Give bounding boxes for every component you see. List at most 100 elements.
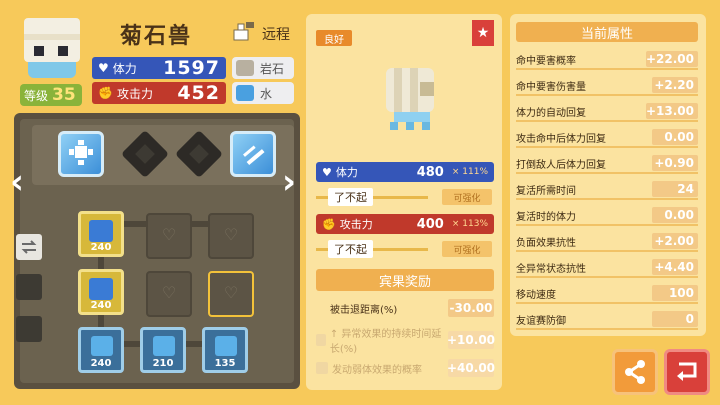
attributes-title: 当前属性: [516, 22, 698, 42]
favorite-icon[interactable]: ★: [472, 20, 494, 46]
bonus-value: -30.00: [448, 299, 494, 317]
upgrade-attack-button[interactable]: 可强化: [442, 241, 492, 257]
level-badge: 等级 35: [20, 84, 82, 106]
hp-label: 体力: [112, 61, 137, 76]
attribute-row: 移动速度 100: [516, 284, 698, 304]
attribute-label: 打倒敌人后体力回复: [516, 159, 606, 171]
attribute-value: +22.00: [645, 51, 698, 67]
bingo-bonus-title: 宾果奖励: [316, 269, 494, 291]
attribute-label: 命中要害伤害量: [516, 81, 586, 93]
power-stone-board: 240 ♡ ♡ 240 ♡ ♡ 240 210 135: [14, 113, 300, 389]
stone-attack-label: 攻击力: [339, 218, 373, 231]
bonus-value: +40.00: [447, 359, 496, 377]
inactive-icon: [316, 334, 326, 346]
stone-attack-value: 400: [416, 216, 444, 232]
attack-label: 攻击力: [116, 86, 153, 101]
type-badge-water: 水: [232, 82, 294, 104]
attribute-row: 攻击命中后体力回复 0.00: [516, 128, 698, 148]
attribute-label: 复活时的体力: [516, 211, 576, 223]
attribute-row: 命中要害概率 +22.00: [516, 50, 698, 70]
share-icon: [625, 360, 645, 384]
heart-icon: [153, 336, 175, 356]
bonus-value: +10.00: [447, 331, 496, 349]
chevron-left-icon[interactable]: ‹: [10, 162, 24, 202]
back-button[interactable]: [664, 349, 710, 395]
share-button[interactable]: [612, 349, 658, 395]
bonus-label: 发动弱体效果的概率: [332, 364, 422, 376]
stone-node[interactable]: 240: [78, 269, 124, 315]
attribute-value: +4.40: [652, 259, 698, 275]
hp-grade-row: 了不起 可强化: [316, 188, 494, 206]
move-slot-2[interactable]: [230, 131, 276, 177]
attribute-value: 24: [652, 181, 698, 197]
attack-grade-label: 了不起: [328, 240, 373, 258]
heart-icon: [215, 336, 237, 356]
hp-value: 1597: [163, 57, 220, 79]
stone-node[interactable]: 135: [202, 327, 248, 373]
attack-grade-row: 了不起 可强化: [316, 240, 494, 258]
heart-icon: ♡: [223, 283, 239, 302]
attribute-label: 负面效果抗性: [516, 237, 576, 249]
attribute-label: 攻击命中后体力回复: [516, 133, 606, 145]
stone-hp-bar: ♥ 体力 480 × 111%: [316, 162, 494, 182]
move-slot-1[interactable]: [58, 131, 104, 177]
locked-slot-icon: [16, 274, 42, 300]
omanyte-sprite: [386, 68, 434, 130]
attribute-label: 命中要害概率: [516, 55, 576, 67]
heart-icon: [89, 220, 113, 242]
stone-node-value: 135: [214, 358, 236, 369]
bonus-row: ↑ 异常效果的持续时间延长(%) +10.00: [316, 329, 496, 355]
stone-node-value: 240: [90, 300, 112, 311]
stone-node-value: 210: [152, 358, 174, 369]
hp-stat-bar: ♥ 体力 1597: [92, 57, 226, 79]
pokemon-avatar: [18, 14, 86, 84]
attribute-label: 全异常状态抗性: [516, 263, 586, 275]
heart-icon: ♥: [322, 165, 332, 179]
move-slot-row: [32, 125, 294, 185]
attribute-value: +0.90: [652, 155, 698, 171]
bonus-label: ↑ 异常效果的持续时间延长(%): [329, 329, 442, 355]
level-label: 等级: [24, 88, 49, 103]
inactive-icon: [316, 362, 328, 374]
attribute-label: 友谊赛防御: [516, 315, 566, 327]
attribute-row: 体力的自动回复 +13.00: [516, 102, 698, 122]
heart-icon: [91, 336, 113, 356]
attribute-value: 0.00: [652, 207, 698, 223]
bonus-label: 被击退距离(%): [330, 304, 398, 316]
move-slot-empty-1[interactable]: [120, 129, 170, 179]
bonus-row: 发动弱体效果的概率 +40.00: [316, 358, 496, 378]
rock-type-icon: [236, 60, 254, 76]
stone-node[interactable]: 240: [78, 327, 124, 373]
fist-icon: ✊: [98, 86, 113, 100]
stone-attack-bar: ✊ 攻击力 400 × 113%: [316, 214, 494, 234]
stone-hp-multiplier: × 111%: [451, 167, 488, 177]
upgrade-hp-button[interactable]: 可强化: [442, 189, 492, 205]
fist-icon: ✊: [322, 217, 336, 231]
empty-stone-slot[interactable]: ♡: [146, 271, 192, 317]
type-badge-rock: 岩石: [232, 57, 294, 79]
slash-move-icon: [243, 145, 265, 166]
selected-stone-slot[interactable]: ♡: [208, 271, 254, 317]
attribute-value: 100: [652, 285, 698, 301]
move-slot-empty-2[interactable]: [174, 129, 224, 179]
range-type-label: 远程: [262, 27, 290, 43]
empty-stone-slot[interactable]: ♡: [208, 213, 254, 259]
stone-node-value: 240: [90, 358, 112, 369]
empty-stone-slot[interactable]: ♡: [146, 213, 192, 259]
locked-slot-icon: [16, 316, 42, 342]
level-value: 35: [52, 85, 76, 105]
heart-icon: ♥: [98, 61, 109, 75]
ranged-icon: [233, 22, 254, 41]
type-label-rock: 岩石: [260, 61, 285, 76]
attribute-row: 复活所需时间 24: [516, 180, 698, 200]
back-icon: [677, 362, 697, 381]
pokemon-name: 菊石兽: [120, 24, 193, 49]
attribute-row: 打倒敌人后体力回复 +0.90: [516, 154, 698, 174]
stone-node[interactable]: 210: [140, 327, 186, 373]
attribute-row: 负面效果抗性 +2.00: [516, 232, 698, 252]
attribute-value: +2.20: [652, 77, 698, 93]
swap-icon[interactable]: [16, 234, 42, 260]
chevron-right-icon[interactable]: ›: [282, 162, 296, 202]
stone-node[interactable]: 240: [78, 211, 124, 257]
quality-tag: 良好: [316, 30, 352, 46]
